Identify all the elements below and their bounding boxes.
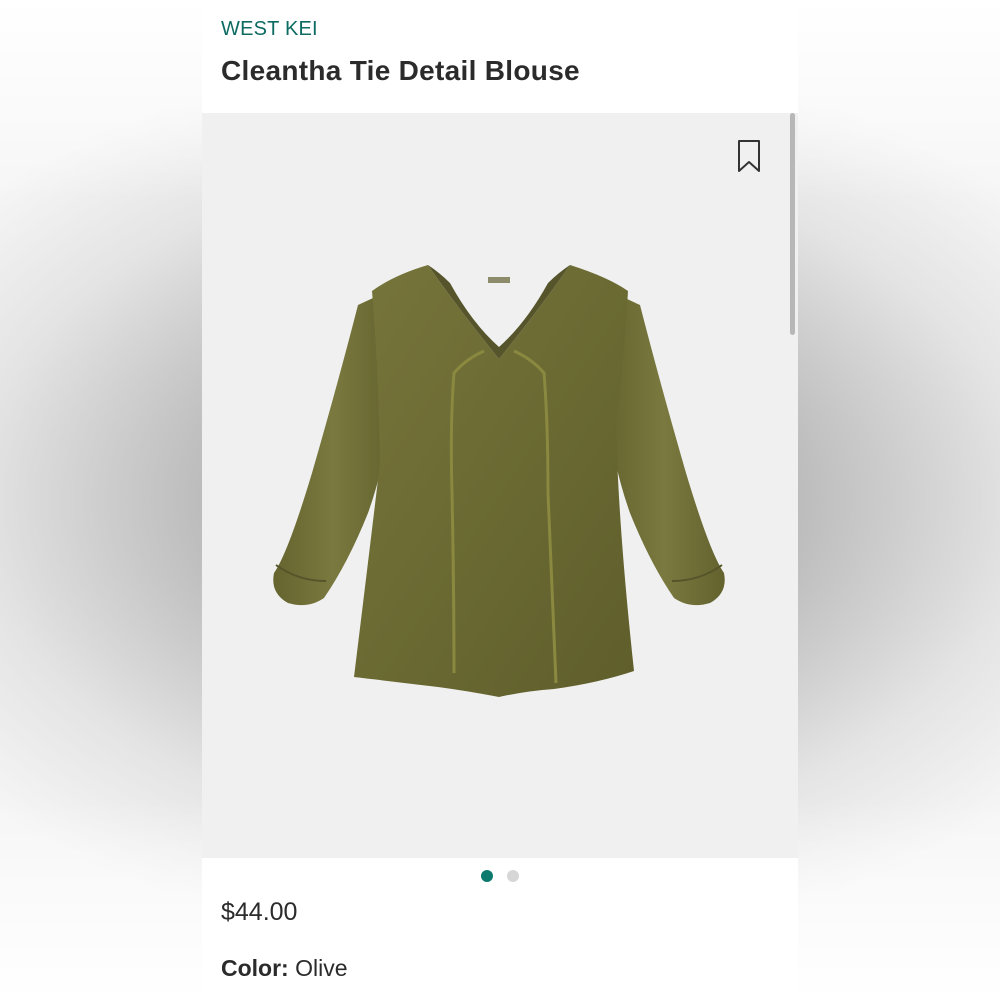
color-value: Olive	[295, 955, 348, 981]
product-image	[273, 265, 725, 697]
color-info: Color: Olive	[221, 955, 348, 982]
product-price: $44.00	[221, 898, 298, 926]
brand-name[interactable]: WEST KEI	[221, 18, 318, 41]
carousel-dot-1[interactable]	[481, 870, 493, 882]
color-label: Color:	[221, 955, 296, 981]
bookmark-icon[interactable]	[737, 139, 761, 173]
product-screen: WEST KEI Cleantha Tie Detail Blouse $44.…	[202, 0, 798, 1000]
product-image-carousel[interactable]	[202, 113, 798, 858]
carousel-dot-2[interactable]	[507, 870, 519, 882]
product-title: Cleantha Tie Detail Blouse	[221, 55, 580, 86]
carousel-pagination	[202, 870, 798, 886]
scrollbar[interactable]	[790, 113, 795, 335]
